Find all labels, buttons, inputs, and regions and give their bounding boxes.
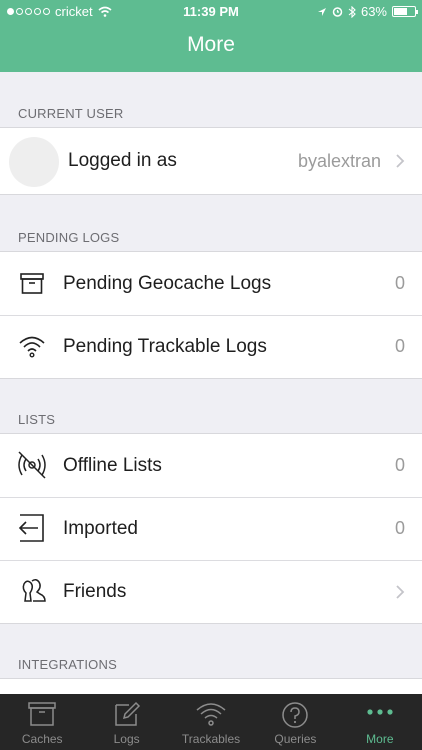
pending-geocache-logs-count: 0: [394, 273, 405, 293]
ellipsis-icon: [367, 709, 393, 715]
offline-lists-count: 0: [394, 455, 405, 475]
tab-queries[interactable]: Queries: [253, 694, 337, 750]
offline-lists-row[interactable]: Offline Lists 0: [0, 434, 422, 497]
current-user-group: Logged in as byalextran: [0, 127, 422, 195]
tab-logs-label: Logs: [113, 732, 140, 746]
username: byalextran: [297, 150, 381, 171]
logged-in-label: Logged in as: [68, 150, 177, 171]
location-arrow-icon: [317, 7, 326, 16]
pending-geocache-logs-row[interactable]: Pending Geocache Logs 0: [0, 252, 422, 315]
pending-trackable-logs-row[interactable]: Pending Trackable Logs 0: [0, 315, 422, 378]
pending-trackable-logs-label: Pending Trackable Logs: [63, 335, 267, 357]
imported-label: Imported: [63, 517, 138, 539]
chevron-right-icon: [396, 585, 405, 599]
box-icon: [20, 273, 44, 294]
friends-label: Friends: [63, 580, 127, 602]
question-icon: [282, 702, 309, 728]
pencil-icon: [114, 701, 140, 726]
logged-in-row[interactable]: Logged in as byalextran: [0, 128, 422, 194]
tab-trackables-label: Trackables: [181, 732, 241, 746]
lists-group: Offline Lists 0 Imported 0 Friends: [0, 433, 422, 624]
friends-row[interactable]: Friends: [0, 560, 422, 623]
chevron-right-icon: [396, 154, 405, 168]
import-icon: [18, 514, 44, 542]
pending-geocache-logs-label: Pending Geocache Logs: [63, 272, 272, 294]
tab-logs[interactable]: Logs: [84, 694, 168, 750]
wireless-signal-icon: [19, 336, 45, 358]
battery-percent: 63%: [360, 4, 387, 19]
imported-count: 0: [394, 518, 405, 538]
section-header-pending-logs: PENDING LOGS: [18, 230, 120, 245]
status-bar: cricket 11:39 PM 63%: [0, 0, 422, 24]
offline-lists-label: Offline Lists: [63, 454, 162, 476]
tab-caches[interactable]: Caches: [0, 694, 84, 750]
tab-more[interactable]: More: [338, 694, 422, 750]
section-header-lists: LISTS: [18, 412, 56, 427]
battery-icon: [392, 6, 418, 17]
page-title: More: [187, 33, 235, 56]
imported-row[interactable]: Imported 0: [0, 497, 422, 560]
tab-bar: Caches Logs Trackables Queries More: [0, 694, 422, 750]
section-header-integrations: INTEGRATIONS: [18, 657, 117, 672]
avatar: [9, 137, 59, 187]
pending-logs-group: Pending Geocache Logs 0 Pending Trackabl…: [0, 251, 422, 379]
section-header-current-user: CURRENT USER: [18, 106, 124, 121]
box-icon: [28, 702, 56, 726]
wireless-signal-icon: [196, 703, 226, 726]
tab-queries-label: Queries: [274, 732, 317, 746]
tab-more-label: More: [366, 732, 394, 746]
tab-trackables[interactable]: Trackables: [169, 694, 253, 750]
offline-icon: [18, 451, 46, 479]
nav-header: cricket 11:39 PM 63% More: [0, 0, 422, 72]
pending-trackable-logs-count: 0: [394, 336, 405, 356]
tab-caches-label: Caches: [21, 732, 63, 746]
alarm-icon: [332, 7, 343, 17]
bluetooth-icon: [348, 5, 356, 18]
friends-icon: [22, 578, 46, 602]
